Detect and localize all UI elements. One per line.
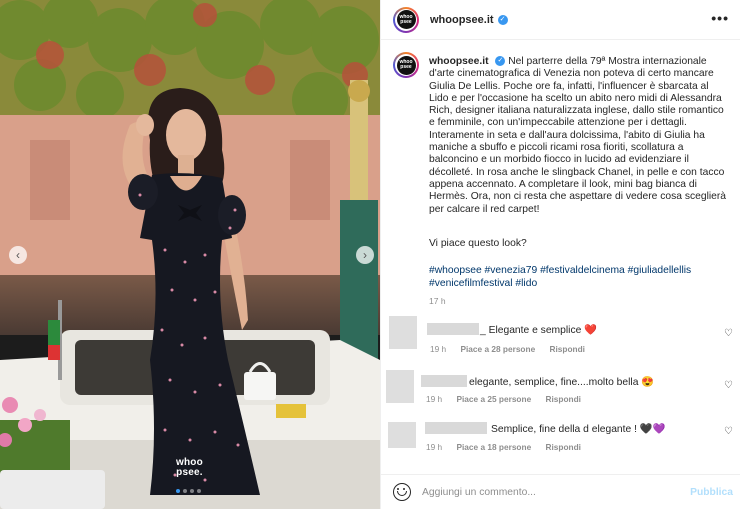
- photo-illustration: [0, 0, 380, 509]
- comment-avatar[interactable]: [386, 370, 414, 403]
- comment-reply-button[interactable]: Rispondi: [546, 394, 582, 404]
- comment-username-redacted: [425, 422, 487, 434]
- chevron-right-icon: ›: [363, 248, 367, 262]
- comment-meta: 19 h Piace a 18 persone Rispondi: [426, 442, 581, 452]
- comment-input[interactable]: [422, 486, 672, 498]
- post-side-panel: whoo psee whoopsee.it ✓ ••• whoo psee wh…: [380, 0, 740, 509]
- caption-body: Nel parterre della 79ª Mostra internazio…: [429, 56, 727, 215]
- caption-hashtags[interactable]: #whoopsee #venezia79 #festivaldelcinema …: [429, 265, 719, 291]
- caption-question: Vi piace questo look?: [429, 238, 527, 249]
- carousel-dot: [190, 489, 194, 493]
- carousel-dot-active: [176, 489, 180, 493]
- more-options-icon[interactable]: •••: [711, 10, 729, 26]
- avatar-logo: whoo psee: [396, 10, 416, 29]
- carousel-indicator: [176, 489, 201, 493]
- comment-text: elegante, semplice, fine....molto bella …: [469, 377, 655, 388]
- caption-avatar[interactable]: whoo psee: [393, 52, 419, 78]
- comment-likes[interactable]: Piace a 28 persone: [460, 344, 535, 354]
- comment-likes[interactable]: Piace a 25 persone: [456, 394, 531, 404]
- watermark-line-2: psee.: [176, 467, 203, 478]
- comment-time: 19 h: [426, 442, 443, 452]
- caption-avatar-logo: whoo psee: [396, 55, 416, 75]
- emoji-icon[interactable]: [393, 483, 411, 501]
- carousel-dot: [183, 489, 187, 493]
- comment-username-redacted: [421, 375, 467, 387]
- comment-avatar[interactable]: [389, 316, 417, 349]
- comment-reply-button[interactable]: Rispondi: [550, 344, 586, 354]
- comment-username-redacted: [427, 323, 479, 335]
- like-comment-heart-icon[interactable]: ♡: [724, 426, 733, 437]
- comment-text: Semplice, fine della d elegante ! 🖤💜: [491, 424, 666, 435]
- chevron-left-icon: ‹: [16, 248, 20, 262]
- like-comment-heart-icon[interactable]: ♡: [724, 380, 733, 391]
- previous-photo-button[interactable]: ‹: [9, 246, 27, 264]
- comment-meta: 19 h Piace a 28 persone Rispondi: [430, 344, 585, 354]
- verified-badge-icon: ✓: [495, 56, 506, 67]
- post-photo[interactable]: ‹ › whoo psee.: [0, 0, 380, 509]
- post-header: whoo psee whoopsee.it ✓ •••: [381, 0, 740, 40]
- verified-badge-icon: ✓: [497, 14, 508, 25]
- caption-text: whoopsee.it ✓ Nel parterre della 79ª Mos…: [429, 56, 729, 216]
- next-photo-button[interactable]: ›: [356, 246, 374, 264]
- avatar[interactable]: whoo psee: [393, 6, 419, 33]
- header-username[interactable]: whoopsee.it: [430, 14, 494, 26]
- publish-button[interactable]: Pubblica: [690, 487, 733, 498]
- comment-text: _ Elegante e semplice ❤️: [480, 325, 597, 336]
- carousel-dot: [197, 489, 201, 493]
- comment-reply-button[interactable]: Rispondi: [546, 442, 582, 452]
- comment-meta: 19 h Piace a 25 persone Rispondi: [426, 394, 581, 404]
- add-comment-bar: Pubblica: [381, 474, 740, 509]
- comment-likes[interactable]: Piace a 18 persone: [456, 442, 531, 452]
- caption-username[interactable]: whoopsee.it: [429, 56, 489, 67]
- comment-time: 19 h: [426, 394, 443, 404]
- like-comment-heart-icon[interactable]: ♡: [724, 328, 733, 339]
- comment-avatar[interactable]: [388, 422, 416, 448]
- watermark-logo: whoo psee.: [176, 458, 203, 478]
- post-timestamp: 17 h: [429, 296, 446, 306]
- comment-time: 19 h: [430, 344, 447, 354]
